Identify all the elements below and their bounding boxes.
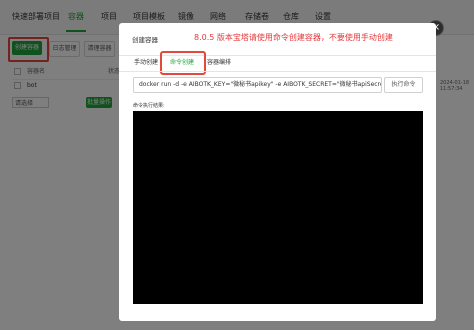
command-input[interactable]: docker run -d -e AIBOTK_KEY="微秘书apikey" …	[133, 77, 382, 93]
tab-manual-create[interactable]: 手动创建	[134, 57, 158, 66]
tab-compose[interactable]: 容器编排	[207, 57, 231, 66]
dialog-title: 创建容器	[132, 36, 158, 44]
version-annotation: 8.0.5 版本宝塔请使用命令创建容器，不要使用手动创建	[194, 33, 393, 42]
result-label: 命令执行结果:	[133, 103, 165, 109]
tab-divider	[119, 71, 436, 72]
create-container-dialog: 创建容器 8.0.5 版本宝塔请使用命令创建容器，不要使用手动创建 手动创建 命…	[119, 23, 436, 321]
row-time: 2024-01-18 11:57:34	[440, 80, 470, 92]
execute-command-button[interactable]: 执行命令	[384, 77, 423, 93]
command-output-terminal[interactable]	[133, 111, 423, 304]
